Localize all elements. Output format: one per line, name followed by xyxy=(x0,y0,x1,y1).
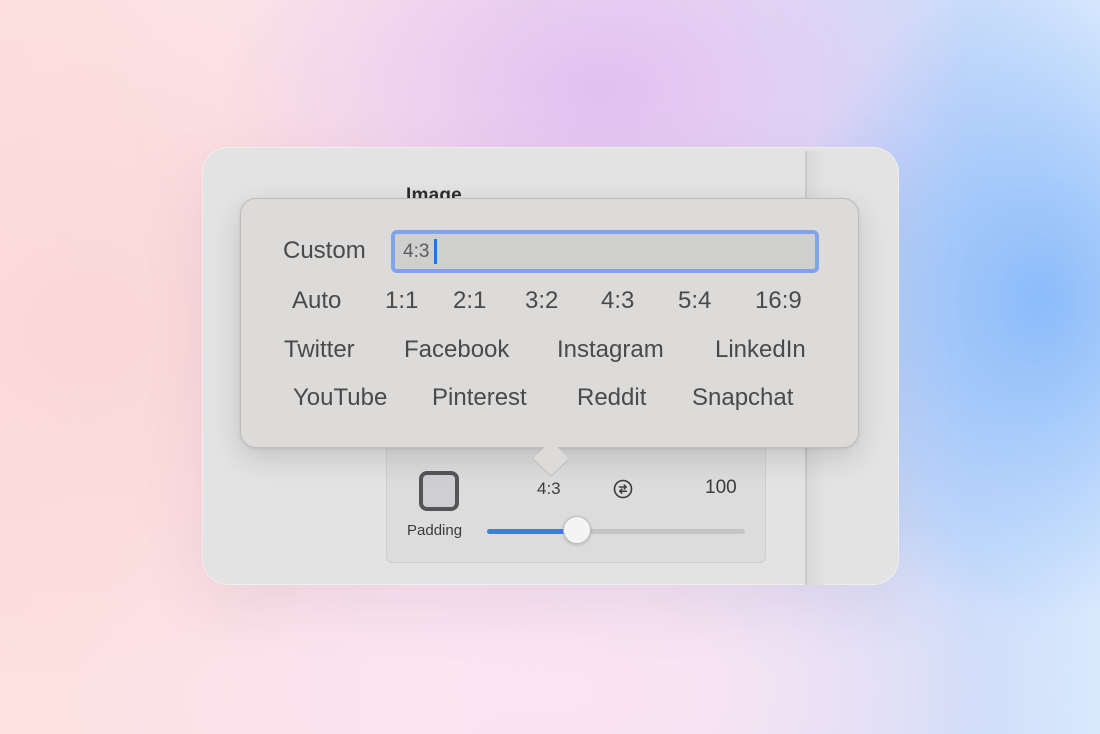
preset-facebook[interactable]: Facebook xyxy=(404,336,509,364)
preset-reddit[interactable]: Reddit xyxy=(577,384,646,412)
swap-arrows-circle-icon[interactable] xyxy=(613,479,633,499)
ratio-4-3[interactable]: 4:3 xyxy=(601,287,634,315)
padding-slider[interactable] xyxy=(487,516,745,544)
ratio-5-4[interactable]: 5:4 xyxy=(678,287,711,315)
custom-label: Custom xyxy=(283,237,366,264)
ratio-1-1[interactable]: 1:1 xyxy=(385,287,418,315)
preset-twitter[interactable]: Twitter xyxy=(284,336,355,364)
ratio-row: Auto 1:1 2:1 3:2 4:3 5:4 16:9 xyxy=(241,287,858,319)
preset-linkedin[interactable]: LinkedIn xyxy=(715,336,806,364)
text-caret xyxy=(434,239,437,264)
ratio-2-1[interactable]: 2:1 xyxy=(453,287,486,315)
aspect-ratio-popover: Custom Auto 1:1 2:1 3:2 4:3 5:4 16:9 Twi… xyxy=(240,198,859,478)
padding-slider-thumb[interactable] xyxy=(563,516,592,544)
preset-snapchat[interactable]: Snapchat xyxy=(692,384,793,412)
custom-ratio-input[interactable] xyxy=(391,230,819,273)
padding-label: Padding xyxy=(407,522,463,539)
background-swatch-icon[interactable] xyxy=(419,471,459,511)
social-row-1: Twitter Facebook Instagram LinkedIn xyxy=(241,336,858,368)
ratio-16-9[interactable]: 16:9 xyxy=(755,287,802,315)
aspect-ratio-button[interactable]: 4:3 xyxy=(537,479,561,499)
ratio-3-2[interactable]: 3:2 xyxy=(525,287,558,315)
social-row-2: YouTube Pinterest Reddit Snapchat xyxy=(241,384,858,416)
preset-instagram[interactable]: Instagram xyxy=(557,336,664,364)
size-value: 100 xyxy=(705,477,737,498)
ratio-auto[interactable]: Auto xyxy=(292,287,341,315)
preset-pinterest[interactable]: Pinterest xyxy=(432,384,527,412)
preset-youtube[interactable]: YouTube xyxy=(293,384,387,412)
